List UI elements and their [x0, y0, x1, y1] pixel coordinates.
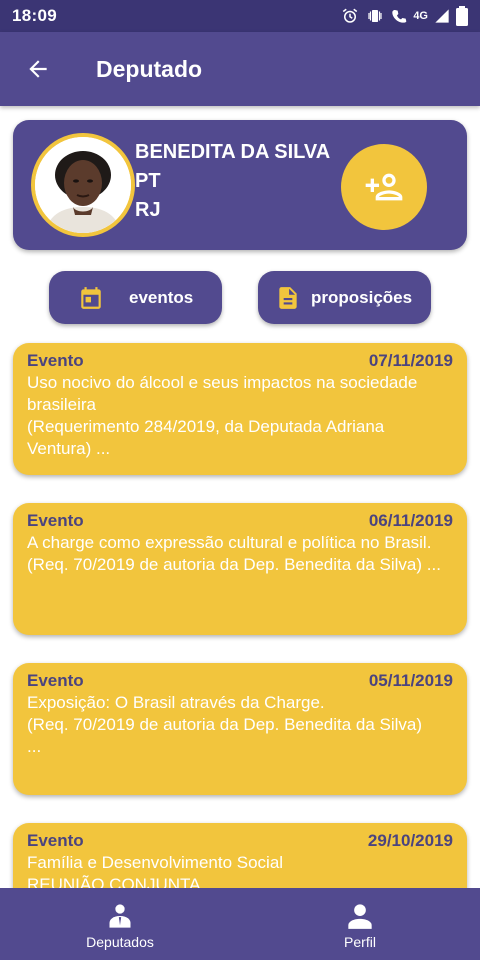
main-content[interactable]: BENEDITA DA SILVA PT RJ eventos proposiç…	[0, 106, 480, 888]
call-icon	[391, 8, 407, 24]
signal-icon	[434, 8, 450, 24]
event-card[interactable]: Evento 07/11/2019 Uso nocivo do álcool e…	[13, 343, 467, 475]
network-type: 4G	[413, 10, 428, 22]
event-description: Família e Desenvolvimento Social REUNIÃO…	[27, 853, 284, 888]
event-type: Evento	[27, 831, 84, 850]
event-description: Exposição: O Brasil através da Charge. (…	[27, 693, 423, 756]
bottom-navigation: Deputados Perfil	[0, 888, 480, 960]
tab-events[interactable]: eventos	[49, 271, 222, 324]
deputy-name: BENEDITA DA SILVA	[135, 141, 331, 163]
event-header: Evento 06/11/2019	[27, 510, 453, 532]
deputies-icon	[109, 904, 131, 928]
status-time: 18:09	[12, 6, 57, 25]
event-date: 07/11/2019	[368, 351, 453, 370]
deputy-avatar	[31, 133, 135, 237]
tab-propositions-label: proposições	[311, 287, 413, 307]
alarm-icon	[341, 7, 359, 25]
event-date: 05/11/2019	[368, 671, 453, 690]
vibrate-icon	[365, 7, 385, 25]
event-description: A charge como expressão cultural e polít…	[27, 533, 441, 574]
event-date: 06/11/2019	[368, 511, 453, 530]
event-description: Uso nocivo do álcool e seus impactos na …	[27, 373, 418, 458]
event-type: Evento	[27, 671, 84, 690]
event-card[interactable]: Evento 29/10/2019 Família e Desenvolvime…	[13, 823, 467, 888]
tab-events-label: eventos	[129, 287, 194, 307]
back-button[interactable]	[8, 39, 68, 99]
battery-icon	[456, 6, 468, 26]
app-bar: Deputado	[0, 32, 480, 106]
page-title: Deputado	[96, 55, 203, 82]
deputy-party: PT	[135, 170, 161, 192]
event-card[interactable]: Evento 06/11/2019 A charge como expressã…	[13, 503, 467, 635]
deputy-info: BENEDITA DA SILVA PT RJ	[135, 138, 330, 225]
status-icons: 4G	[341, 6, 468, 26]
follow-deputy-button[interactable]	[341, 144, 427, 230]
calendar-icon	[78, 285, 104, 311]
person-icon	[348, 904, 372, 929]
event-type: Evento	[27, 351, 84, 370]
deputy-state: RJ	[135, 199, 161, 221]
event-card[interactable]: Evento 05/11/2019 Exposição: O Brasil at…	[13, 663, 467, 795]
tab-propositions[interactable]: proposições	[258, 271, 431, 324]
person-add-icon	[365, 173, 403, 201]
event-type: Evento	[27, 511, 84, 530]
nav-deputies-label: Deputados	[86, 934, 154, 950]
nav-deputies[interactable]: Deputados	[0, 888, 240, 960]
document-icon	[275, 285, 301, 311]
deputy-profile-card: BENEDITA DA SILVA PT RJ	[13, 120, 467, 250]
event-header: Evento 07/11/2019	[27, 350, 453, 372]
event-header: Evento 05/11/2019	[27, 670, 453, 692]
arrow-back-icon	[29, 60, 47, 78]
nav-profile-label: Perfil	[344, 934, 376, 950]
status-bar: 18:09 4G	[0, 0, 480, 32]
nav-profile[interactable]: Perfil	[240, 888, 480, 960]
event-date: 29/10/2019	[367, 831, 453, 850]
event-header: Evento 29/10/2019	[27, 830, 453, 852]
